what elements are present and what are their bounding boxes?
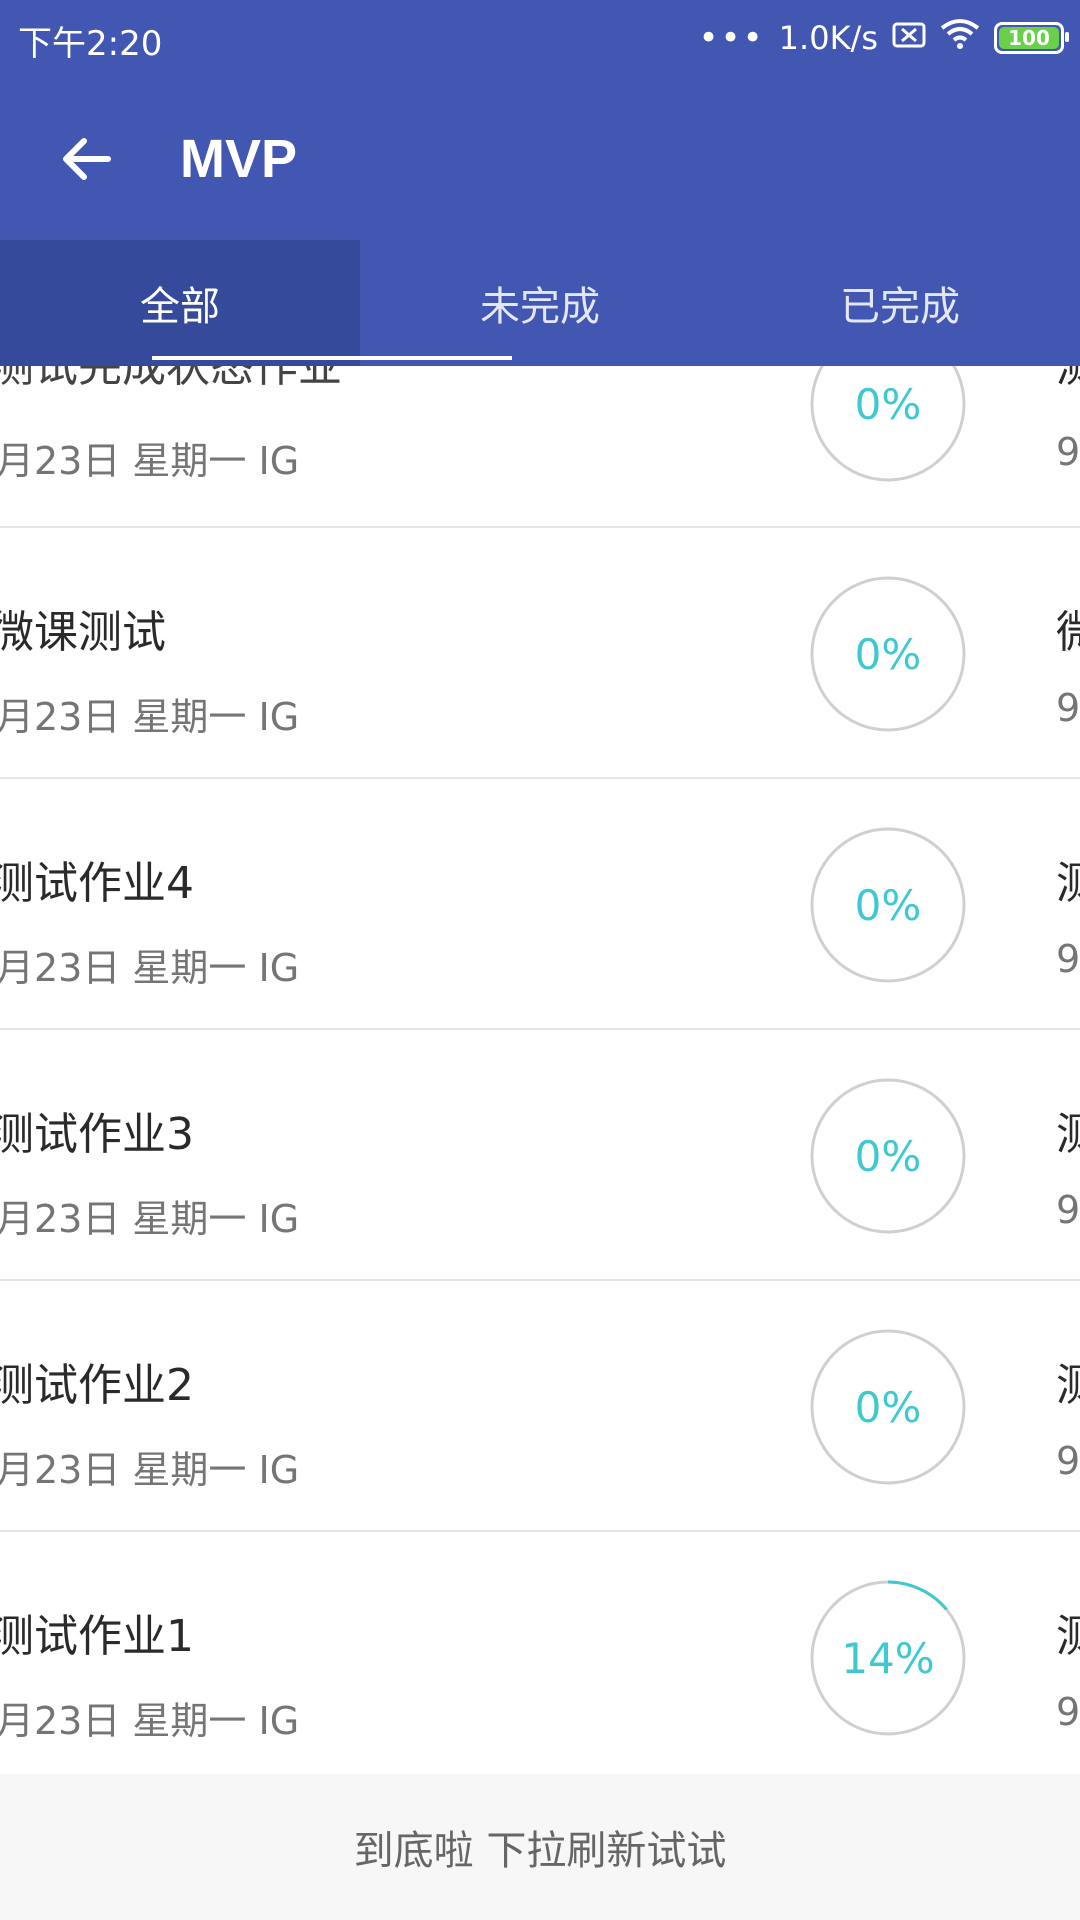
tab-indicator (152, 356, 512, 360)
progress-percent: 0% (854, 629, 922, 679)
item-subtitle: 月23日 星期一 IG (0, 946, 300, 990)
next-page-title-peek: 测 (1056, 1349, 1080, 1413)
item-title: 测试作业3 (0, 1109, 194, 1160)
status-time: 下午2:20 (18, 24, 163, 64)
next-page-title-peek: 微 (1056, 596, 1080, 660)
next-page-subtitle-peek: 9 (1056, 1439, 1080, 1483)
sim-off-icon (892, 19, 926, 57)
tab-bar: 全部 未完成 已完成 (0, 240, 1080, 366)
item-title: 微课测试 (0, 607, 166, 658)
tab-completed[interactable]: 已完成 (720, 240, 1080, 366)
item-subtitle: 月23日 星期一 IG (0, 695, 300, 739)
next-page-subtitle-peek: 9 (1056, 686, 1080, 730)
next-page-title-peek: 测 (1056, 847, 1080, 911)
arrow-left-icon (63, 138, 111, 180)
item-subtitle: 月23日 星期一 IG (0, 1448, 300, 1492)
progress-percent: 0% (854, 379, 922, 429)
list-item[interactable]: 测试作业3 月23日 星期一 IG 0% 测 9 (0, 1030, 1080, 1281)
tab-incomplete[interactable]: 未完成 (360, 240, 720, 366)
assignment-list: 测试完成状态作业月23日 星期一 IG0%测9微课测试月23日 星期一 IG0%… (0, 366, 1080, 1783)
battery-level: 100 (1008, 26, 1050, 50)
item-title: 测试作业4 (0, 858, 194, 909)
item-subtitle: 月23日 星期一 IG (0, 1197, 300, 1241)
app-toolbar: MVP (0, 76, 1080, 240)
next-page-subtitle-peek: 9 (1056, 1690, 1080, 1734)
list-item[interactable]: 测试作业2 月23日 星期一 IG 0% 测 9 (0, 1281, 1080, 1532)
list-item[interactable]: 测试完成状态作业月23日 星期一 IG 0% 测 9 (0, 366, 1080, 528)
item-subtitle: 月23日 星期一 IG (0, 439, 300, 483)
list-footer: 到底啦 下拉刷新试试 (0, 1774, 1080, 1920)
list-item[interactable]: 测试作业4 月23日 星期一 IG 0% 测 9 (0, 779, 1080, 1030)
page-title: MVP (180, 129, 298, 189)
progress-percent: 0% (854, 880, 922, 930)
battery-icon: 100 (994, 22, 1069, 54)
item-subtitle: 月23日 星期一 IG (0, 1699, 300, 1743)
network-speed: 1.0K/s (778, 19, 878, 57)
list-item[interactable]: 测试作业1 月23日 星期一 IG 14% 测 9 (0, 1532, 1080, 1783)
list-item[interactable]: 微课测试月23日 星期一 IG 0% 微 9 (0, 528, 1080, 779)
next-page-title-peek: 测 (1056, 1600, 1080, 1664)
next-page-subtitle-peek: 9 (1056, 937, 1080, 981)
next-page-subtitle-peek: 9 (1056, 430, 1080, 474)
next-page-title-peek: 测 (1056, 1098, 1080, 1162)
tab-all[interactable]: 全部 (0, 240, 360, 366)
back-button[interactable] (40, 114, 130, 204)
wifi-icon (940, 18, 980, 58)
item-title: 测试作业1 (0, 1611, 194, 1662)
status-bar: 下午2:20 ••• 1.0K/s 100 (0, 0, 1080, 76)
progress-percent: 0% (854, 1131, 922, 1181)
progress-percent: 0% (854, 1382, 922, 1432)
next-page-title-peek: 测 (1056, 366, 1080, 394)
more-dots-icon: ••• (698, 18, 765, 58)
progress-percent: 14% (841, 1633, 935, 1683)
status-icons: ••• 1.0K/s 100 (698, 14, 1069, 62)
item-title: 测试完成状态作业 (0, 366, 342, 392)
item-title: 测试作业2 (0, 1360, 194, 1411)
next-page-subtitle-peek: 9 (1056, 1188, 1080, 1232)
